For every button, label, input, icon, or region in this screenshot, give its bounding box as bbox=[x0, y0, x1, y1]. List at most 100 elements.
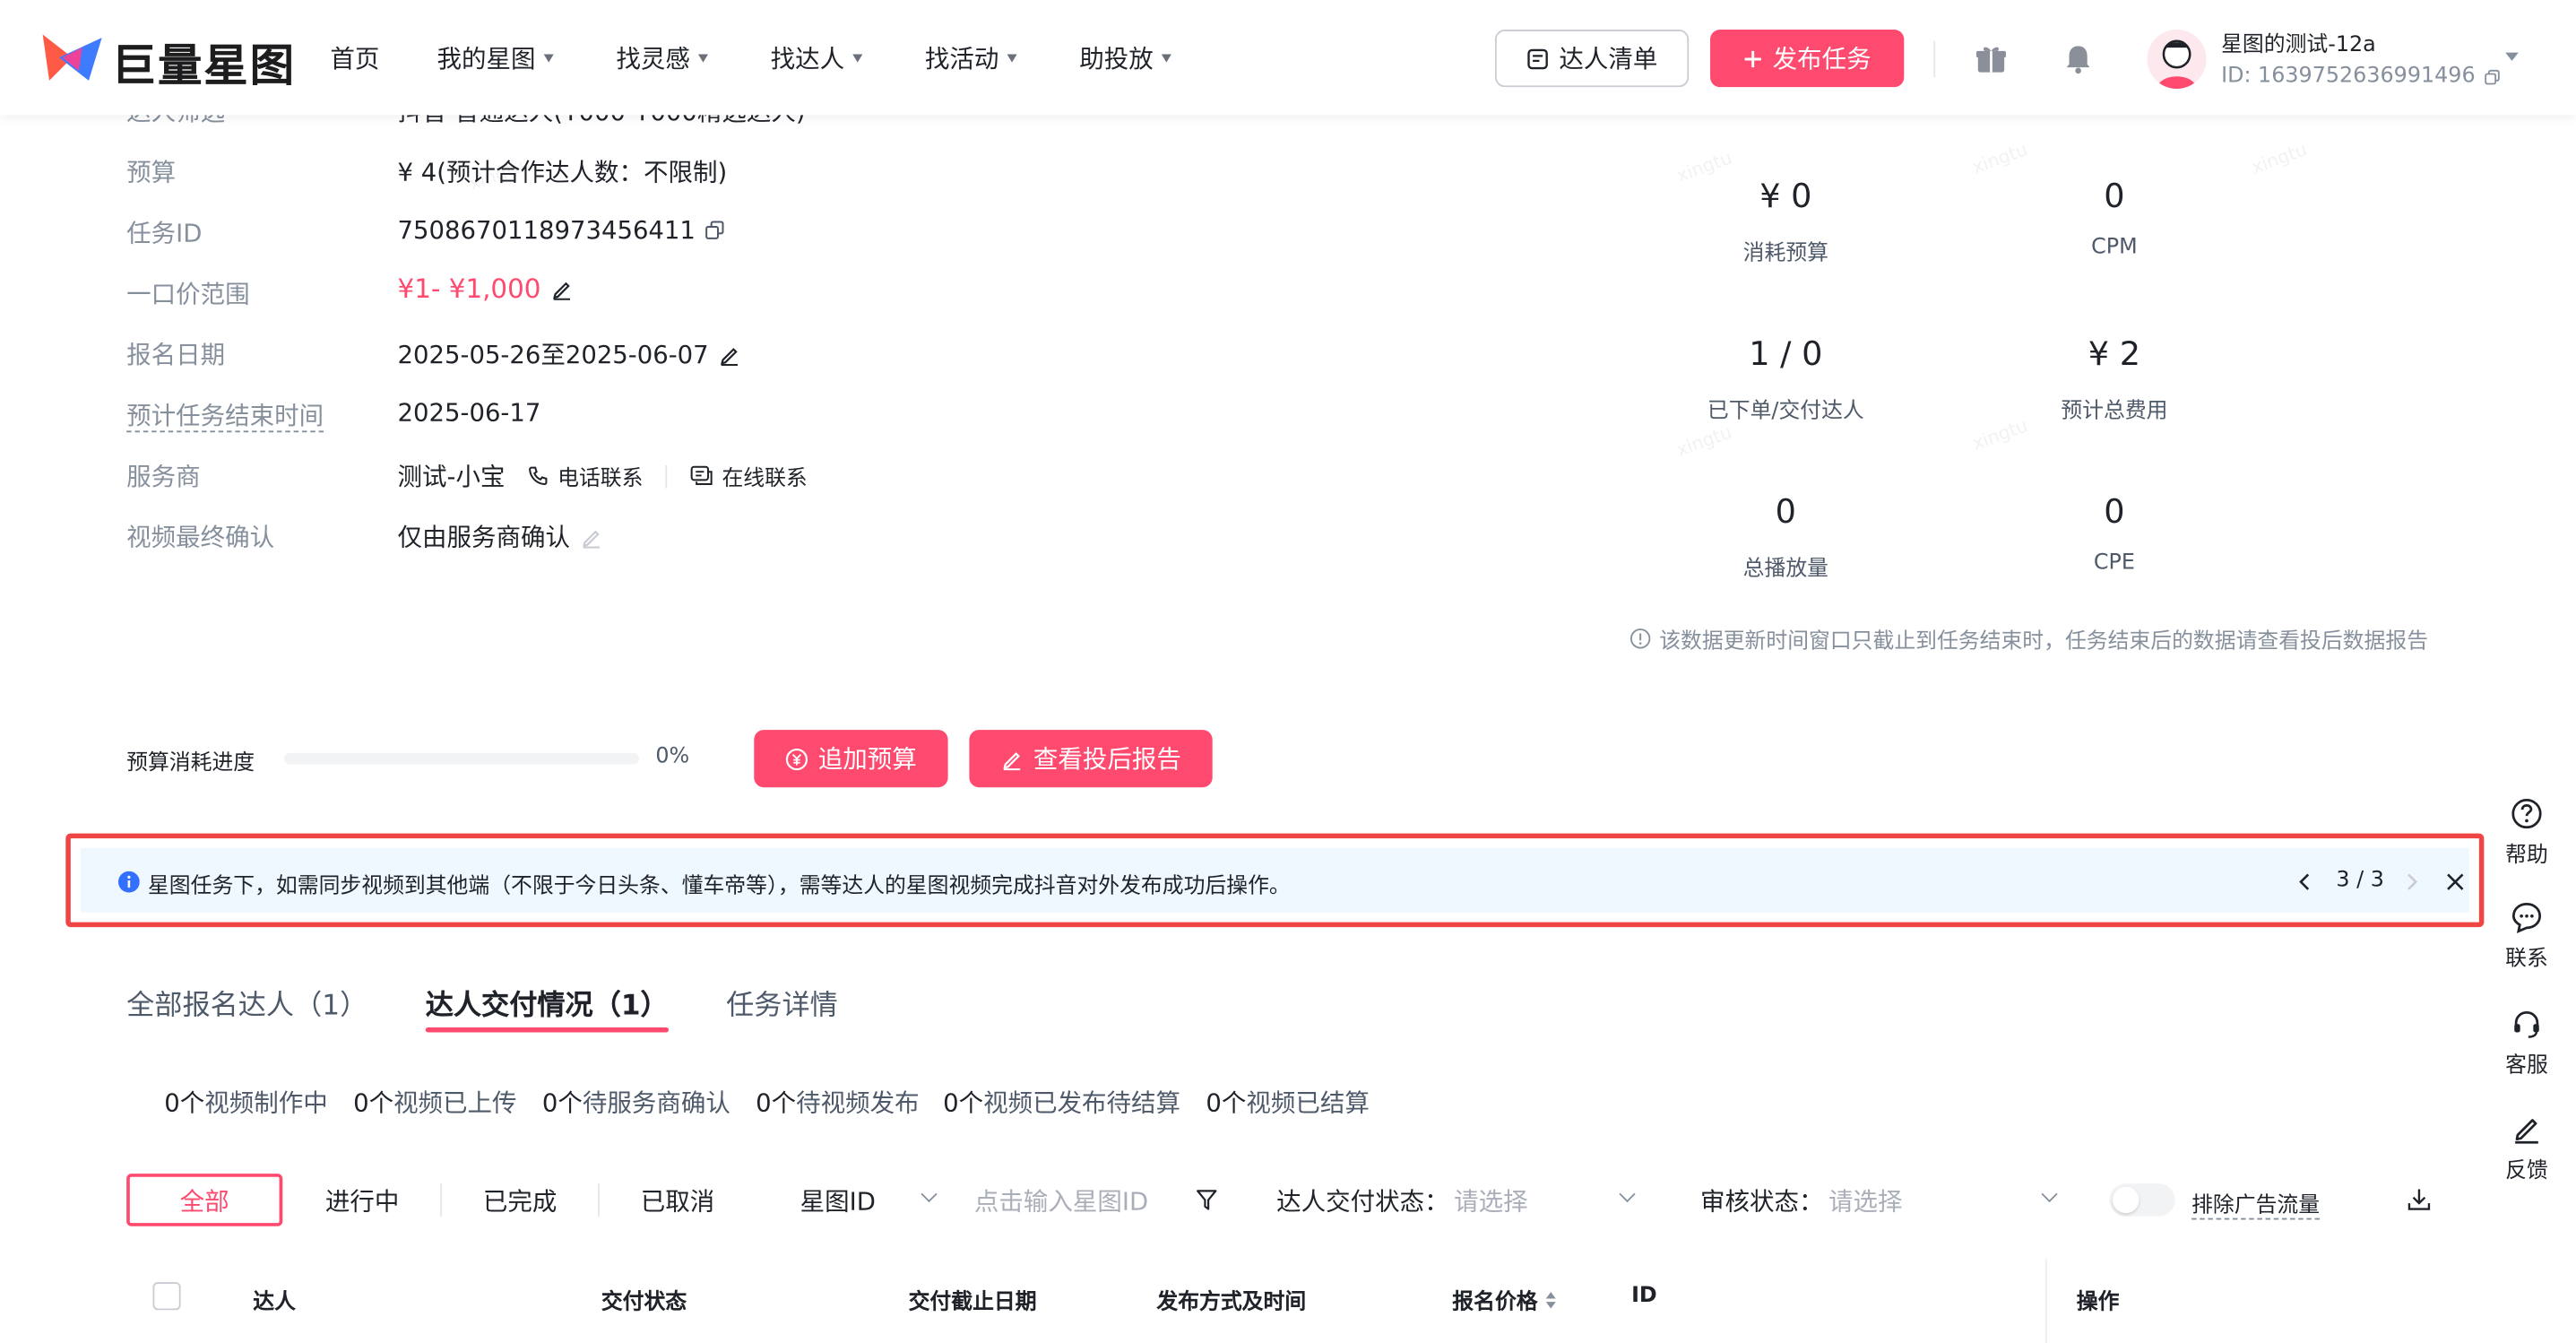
headset-icon bbox=[2514, 1011, 2539, 1038]
stat-value: 0 bbox=[1775, 491, 1797, 532]
side-help-button[interactable]: 帮助 bbox=[2493, 797, 2562, 868]
delivery-status-select[interactable]: 请选择 bbox=[1454, 1183, 1528, 1218]
notice-banner: 星图任务下，如需同步视频到其他端（不限于今日头条、懂车帝等），需等达人的星图视频… bbox=[65, 833, 2485, 928]
tab-delivery-status[interactable]: 达人交付情况（1） bbox=[426, 982, 669, 1023]
pencil-icon bbox=[2515, 1119, 2538, 1144]
column-header: 发布方式及时间 bbox=[1156, 1290, 1307, 1315]
chevron-down-icon[interactable] bbox=[921, 1185, 938, 1203]
list-icon bbox=[1527, 48, 1548, 69]
column-header: 交付截止日期 bbox=[908, 1290, 1037, 1315]
chat-icon bbox=[691, 465, 713, 485]
end-time-label[interactable]: 预计任务结束时间 bbox=[126, 401, 324, 433]
copy-icon[interactable] bbox=[2484, 68, 2500, 84]
sticky-column-divider bbox=[2044, 1259, 2047, 1343]
edit-icon[interactable] bbox=[719, 342, 742, 366]
summary-item[interactable]: 0个视频制作中 bbox=[164, 1085, 327, 1120]
view-report-button[interactable]: 查看投后报告 bbox=[969, 730, 1213, 788]
chevron-right-icon[interactable] bbox=[2402, 871, 2422, 893]
task-info-label: 视频最终确认 bbox=[126, 523, 275, 553]
bell-icon[interactable] bbox=[2062, 43, 2095, 76]
chevron-down-icon[interactable] bbox=[1619, 1185, 1636, 1203]
tab-task-details[interactable]: 任务详情 bbox=[726, 982, 838, 1023]
side-feedback-button[interactable]: 反馈 bbox=[2493, 1113, 2562, 1183]
chat-bubble-icon bbox=[2511, 903, 2542, 933]
summary-item[interactable]: 0个待视频发布 bbox=[756, 1085, 919, 1120]
summary-label: 待视频发布 bbox=[796, 1087, 920, 1118]
xingtu-logo-icon[interactable] bbox=[39, 31, 105, 84]
phone-contact-label: 电话联系 bbox=[558, 466, 644, 492]
filter-all[interactable]: 全部 bbox=[126, 1174, 283, 1226]
filter-cancelled[interactable]: 已取消 bbox=[600, 1174, 756, 1226]
active-tab-indicator bbox=[425, 1027, 669, 1033]
price-range-value: ¥1- ¥1,000 bbox=[398, 273, 574, 304]
logo-text[interactable]: 巨量星图 bbox=[112, 30, 296, 94]
download-icon[interactable] bbox=[2407, 1187, 2431, 1212]
nav-label: 首页 bbox=[330, 44, 380, 74]
nav-my-xingtu[interactable]: 我的星图 bbox=[437, 41, 554, 76]
summary-count: 0个 bbox=[353, 1087, 394, 1118]
nav-find-events[interactable]: 找活动 bbox=[925, 41, 1017, 76]
summary-item[interactable]: 0个视频已结算 bbox=[1206, 1085, 1369, 1120]
stat-label: 总播放量 bbox=[1742, 557, 1829, 583]
task-id-value: 7508670118973456411 bbox=[398, 215, 725, 245]
nav-label: 我的星图 bbox=[437, 44, 536, 74]
task-id-text: 7508670118973456411 bbox=[397, 215, 696, 246]
stat-label: 预计总费用 bbox=[2061, 399, 2168, 425]
id-type-select[interactable]: 星图ID bbox=[800, 1183, 876, 1218]
price-column-header[interactable]: 报名价格 bbox=[1452, 1284, 1557, 1315]
side-contact-label: 联系 bbox=[2505, 947, 2548, 972]
close-icon[interactable] bbox=[2444, 871, 2466, 893]
filter-in-progress[interactable]: 进行中 bbox=[284, 1174, 440, 1226]
stat-label: CPE bbox=[2093, 550, 2135, 576]
nav-find-creators[interactable]: 找达人 bbox=[771, 41, 863, 76]
side-support-button[interactable]: 客服 bbox=[2493, 1008, 2562, 1079]
nav-ad-assist[interactable]: 助投放 bbox=[1079, 41, 1171, 76]
summary-count: 0个 bbox=[756, 1087, 797, 1118]
user-name: 星图的测试-12a bbox=[2221, 32, 2376, 58]
add-budget-label: 追加预算 bbox=[817, 744, 917, 775]
nav-label: 找活动 bbox=[924, 44, 999, 74]
side-contact-button[interactable]: 联系 bbox=[2493, 901, 2562, 972]
online-contact-link[interactable]: 在线联系 bbox=[691, 460, 808, 491]
publish-task-button[interactable]: 发布任务 bbox=[1710, 30, 1905, 88]
nav-home[interactable]: 首页 bbox=[330, 41, 379, 76]
gift-icon[interactable] bbox=[1975, 43, 2008, 76]
filter-completed[interactable]: 已完成 bbox=[442, 1174, 598, 1226]
task-info-label: 任务ID bbox=[126, 218, 203, 248]
summary-item[interactable]: 0个视频已发布待结算 bbox=[943, 1085, 1180, 1120]
select-all-checkbox[interactable] bbox=[152, 1282, 181, 1311]
price-range-text: ¥1- ¥1,000 bbox=[397, 273, 541, 305]
summary-item[interactable]: 0个待服务商确认 bbox=[542, 1085, 730, 1120]
user-id-text: ID: 1639752636991496 bbox=[2221, 64, 2476, 90]
avatar[interactable] bbox=[2147, 30, 2207, 90]
divider bbox=[1933, 40, 1936, 78]
caret-down-icon bbox=[698, 54, 709, 63]
column-header: ID bbox=[1631, 1283, 1657, 1309]
edit-icon[interactable] bbox=[550, 277, 574, 300]
service-provider-value: 测试-小宝 电话联系 在线联系 bbox=[398, 459, 808, 494]
summary-item[interactable]: 0个视频已上传 bbox=[353, 1085, 516, 1120]
filter-icon[interactable] bbox=[1196, 1189, 1217, 1212]
id-search-input[interactable]: 点击输入星图ID bbox=[974, 1183, 1148, 1218]
chevron-down-icon[interactable] bbox=[2041, 1185, 2058, 1203]
caret-down-icon[interactable] bbox=[2503, 51, 2520, 63]
nav-inspiration[interactable]: 找灵感 bbox=[616, 41, 709, 76]
stat-value: ¥ 0 bbox=[1759, 176, 1812, 216]
top-header: 巨量星图 首页 我的星图 找灵感 找达人 找活动 助投放 达人清单 发布任务 星… bbox=[0, 0, 2576, 116]
side-support-label: 客服 bbox=[2505, 1053, 2548, 1079]
creator-list-button[interactable]: 达人清单 bbox=[1494, 30, 1690, 88]
exclude-ad-traffic-toggle[interactable] bbox=[2109, 1183, 2175, 1217]
summary-count: 0个 bbox=[164, 1087, 205, 1118]
coin-icon bbox=[785, 748, 808, 770]
signup-date-value: 2025-05-26至2025-06-07 bbox=[398, 337, 742, 372]
nav-label: 找灵感 bbox=[616, 44, 690, 74]
summary-label: 视频制作中 bbox=[204, 1087, 328, 1118]
review-status-select[interactable]: 请选择 bbox=[1828, 1183, 1903, 1218]
tab-all-applicants[interactable]: 全部报名达人（1） bbox=[126, 982, 367, 1023]
phone-contact-link[interactable]: 电话联系 bbox=[528, 460, 643, 491]
add-budget-button[interactable]: 追加预算 bbox=[754, 730, 948, 788]
budget-progress-bar bbox=[284, 752, 639, 765]
avatar-illustration-icon bbox=[2147, 30, 2207, 90]
chevron-left-icon[interactable] bbox=[2295, 871, 2315, 893]
copy-icon[interactable] bbox=[705, 221, 725, 240]
